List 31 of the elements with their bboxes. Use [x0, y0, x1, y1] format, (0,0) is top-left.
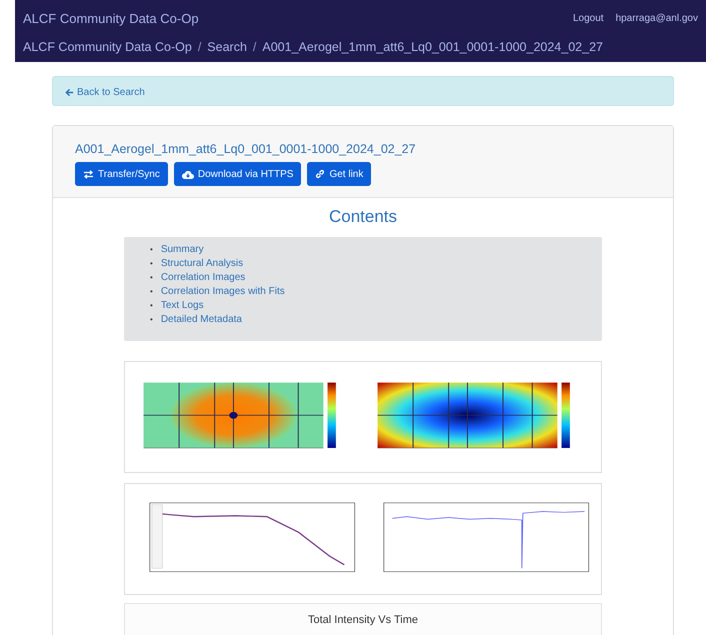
breadcrumb-link[interactable]: ALCF Community Data Co-Op — [23, 40, 192, 54]
breadcrumb-link[interactable]: Search — [207, 40, 247, 54]
link-icon — [315, 169, 326, 179]
back-link[interactable]: Back to Search — [65, 87, 145, 98]
contents-link[interactable]: Structural Analysis — [160, 257, 244, 271]
download-button[interactable]: Download via HTTPS — [174, 162, 302, 186]
bullet: • — [150, 258, 153, 270]
contents-link[interactable]: Correlation Images — [160, 271, 246, 285]
brand-link[interactable]: ALCF Community Data Co-Op — [23, 10, 199, 26]
left-arrow-icon — [65, 88, 74, 97]
bullet: • — [150, 272, 153, 284]
contents-link[interactable]: Detailed Metadata — [160, 313, 242, 327]
bullet: • — [150, 314, 153, 326]
bullet: • — [150, 244, 153, 256]
contents-link[interactable]: Summary — [160, 243, 204, 257]
cloud-download-icon — [182, 170, 194, 178]
transfer-button[interactable]: Transfer/Sync — [75, 162, 168, 186]
breadcrumb-separator: / — [252, 40, 256, 54]
contents-link[interactable]: Text Logs — [160, 299, 204, 313]
nav-link[interactable]: hparraga@anl.gov — [616, 12, 698, 24]
contents-heading: Contents — [328, 207, 398, 227]
contents-link[interactable]: Correlation Images with Fits — [160, 285, 285, 299]
bullet: • — [150, 286, 153, 298]
bullet: • — [150, 300, 153, 312]
breadcrumb-link[interactable]: A001_Aerogel_1mm_att6_Lq0_001_0001-1000_2024_02_27 — [262, 40, 603, 54]
breadcrumb-separator: / — [198, 40, 202, 54]
get-link-button[interactable]: Get link — [307, 162, 372, 186]
dataset-title: A001_Aerogel_1mm_att6_Lq0_001_0001-1000_2024_02_27 — [75, 142, 417, 156]
section-heading: Total Intensity Vs Time — [306, 614, 420, 626]
nav-link[interactable]: Logout — [572, 12, 604, 24]
swap-arrows-icon — [83, 170, 94, 178]
